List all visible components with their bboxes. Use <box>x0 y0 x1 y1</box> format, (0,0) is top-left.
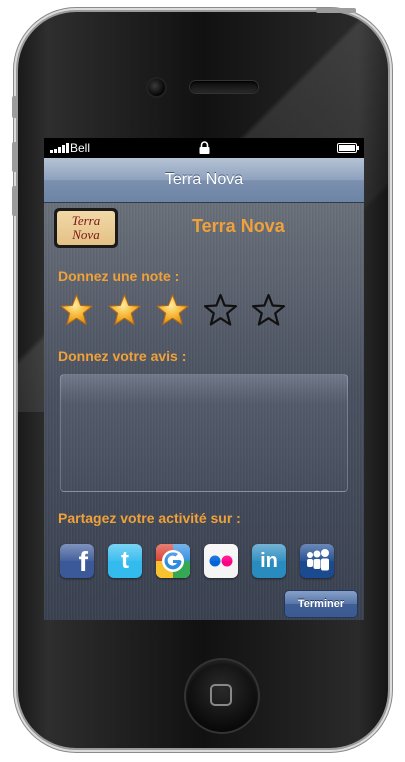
star-filled-icon[interactable] <box>154 293 191 327</box>
flickr-icon[interactable] <box>204 544 238 578</box>
main-content: Terra Nova Terra Nova Donnez une note : … <box>44 203 364 620</box>
screen: Bell Terra Nova Terra Nova Terra Nova Do… <box>44 138 364 620</box>
done-button[interactable]: Terminer <box>284 590 358 618</box>
restaurant-logo: Terra Nova <box>54 208 118 248</box>
facebook-icon[interactable]: f <box>60 544 94 578</box>
star-rating[interactable] <box>58 293 287 327</box>
logo-text-line2: Nova <box>72 227 100 242</box>
battery-icon <box>337 143 359 153</box>
volume-down-button <box>12 186 17 216</box>
logo-badge: Terra Nova <box>57 211 115 245</box>
home-button[interactable] <box>186 660 258 732</box>
twitter-icon[interactable]: t <box>108 544 142 578</box>
linkedin-icon[interactable]: in <box>252 544 286 578</box>
place-title: Terra Nova <box>192 216 285 236</box>
google-icon[interactable] <box>156 544 190 578</box>
home-square-icon <box>210 684 232 706</box>
navigation-bar: Terra Nova <box>44 158 364 203</box>
lock-icon <box>199 141 210 154</box>
myspace-icon[interactable] <box>300 544 334 578</box>
share-label: Partagez votre activité sur : <box>58 510 241 526</box>
review-textarea[interactable] <box>60 374 348 492</box>
carrier-name: Bell <box>70 141 91 155</box>
star-empty-icon[interactable] <box>202 293 239 327</box>
rating-label: Donnez une note : <box>58 268 180 284</box>
status-bar: Bell <box>44 138 364 158</box>
sleep-button <box>316 8 356 13</box>
navbar-title: Terra Nova <box>164 171 244 188</box>
star-empty-icon[interactable] <box>250 293 287 327</box>
signal-icon <box>50 143 69 153</box>
star-filled-icon[interactable] <box>58 293 95 327</box>
review-label: Donnez votre avis : <box>58 348 187 364</box>
volume-up-button <box>12 142 17 172</box>
logo-text-line1: Terra <box>71 213 101 228</box>
star-filled-icon[interactable] <box>106 293 143 327</box>
silent-switch <box>12 96 17 118</box>
earpiece-speaker <box>190 81 258 93</box>
social-share-icons: f t <box>60 544 334 578</box>
front-camera <box>148 79 165 96</box>
